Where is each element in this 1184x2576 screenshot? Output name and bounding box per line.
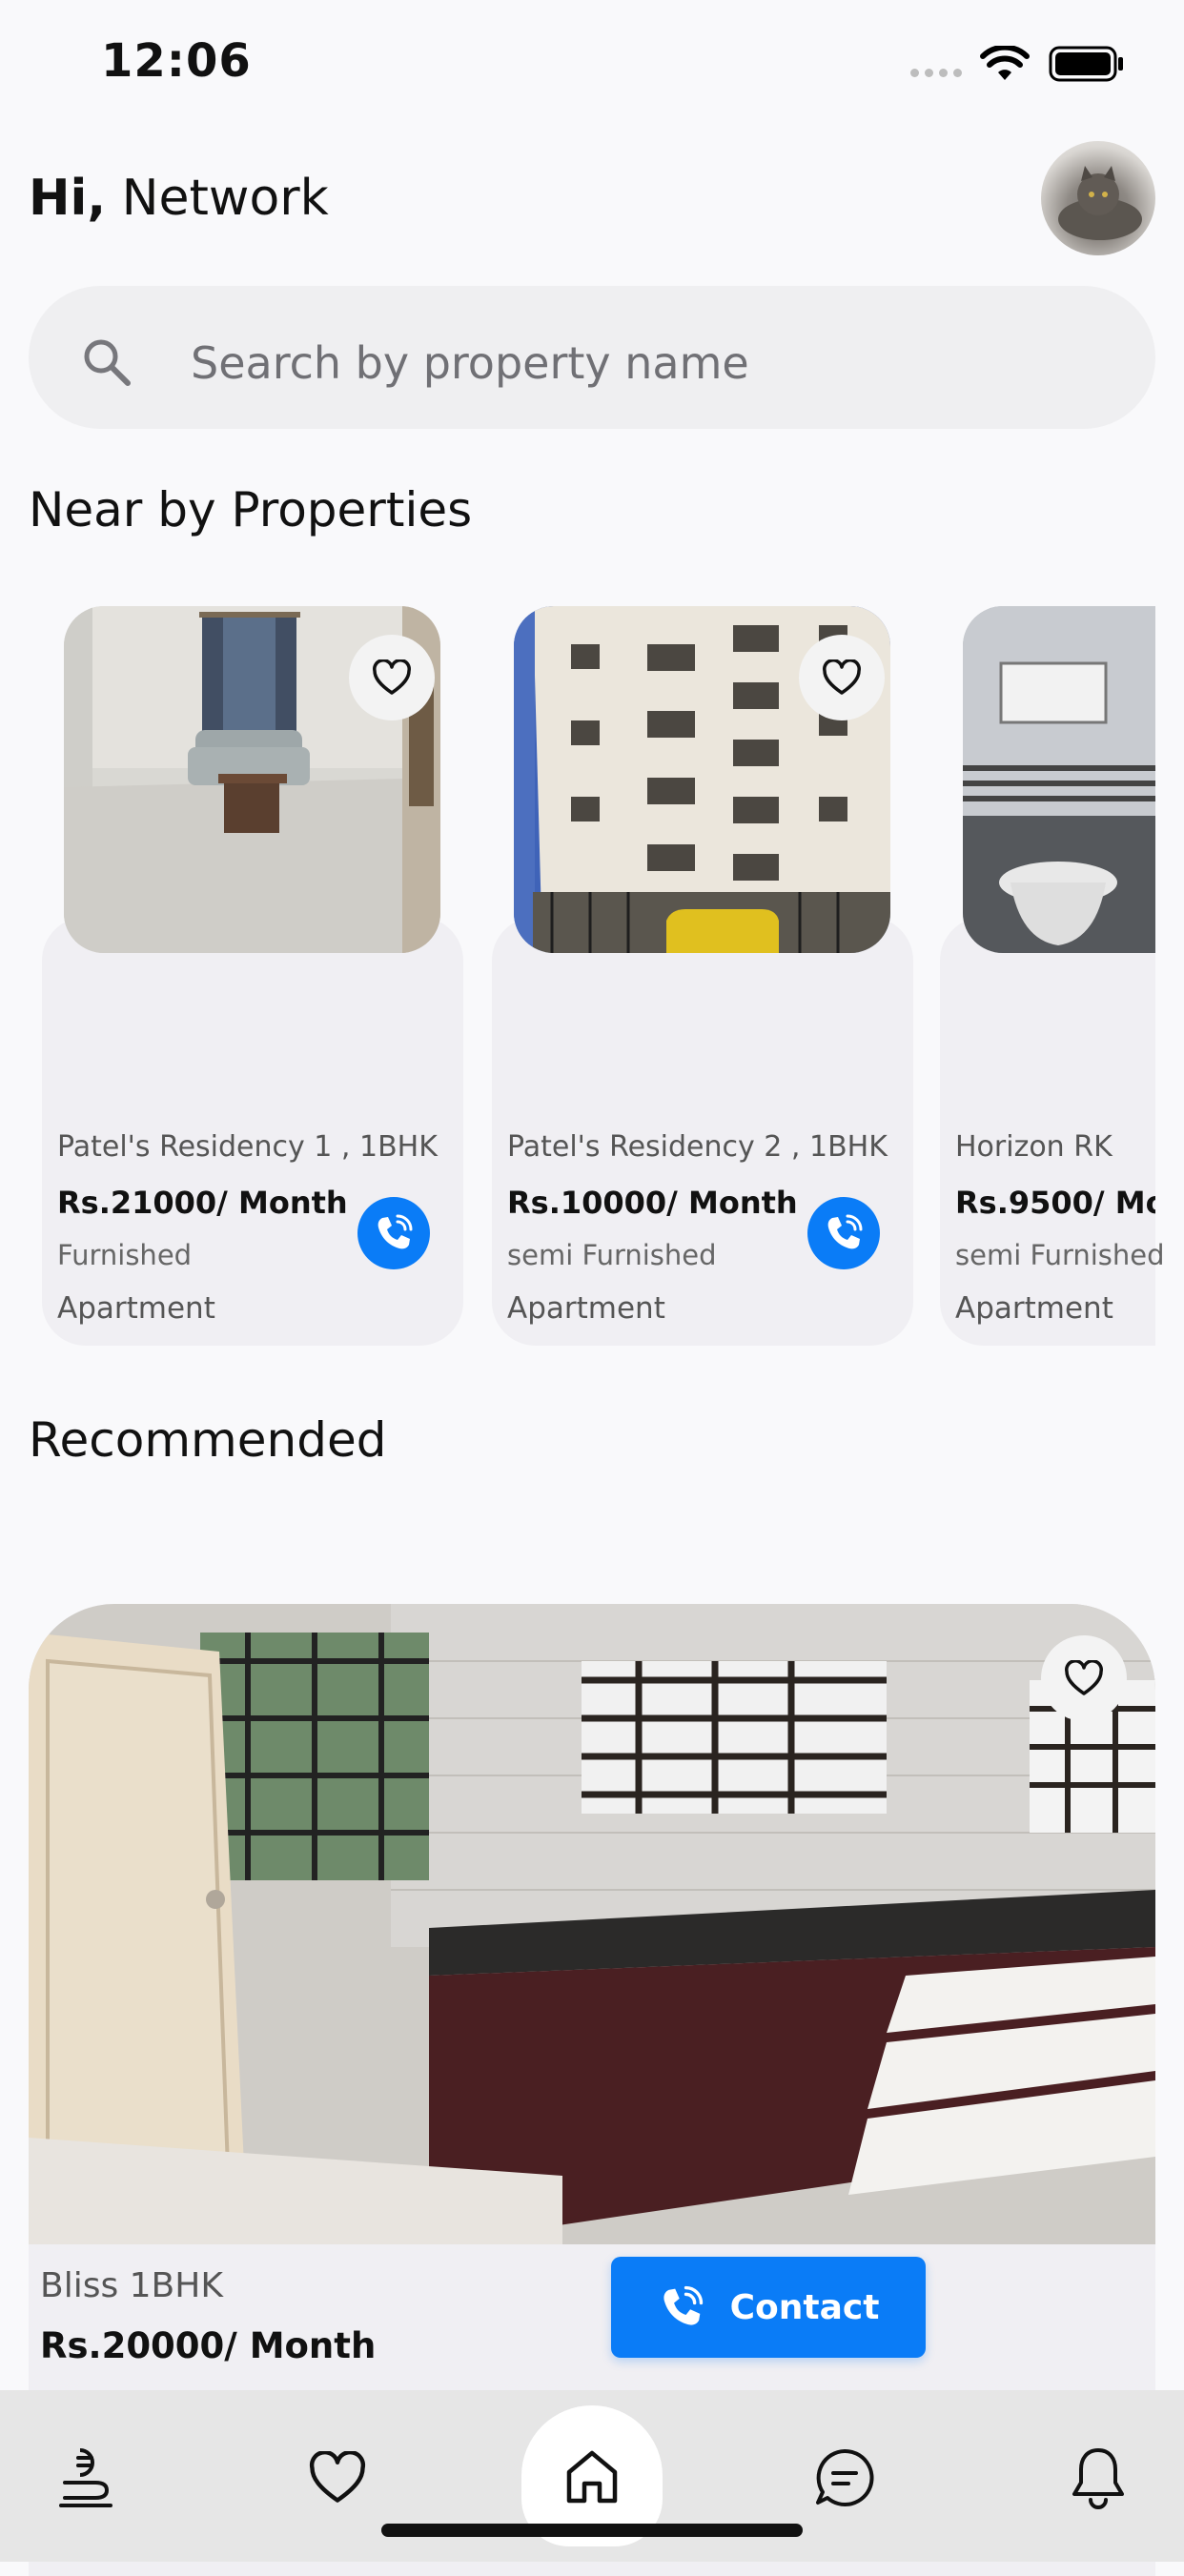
- nav-chat[interactable]: [806, 2440, 883, 2516]
- phone-icon: [663, 2285, 703, 2325]
- phone-icon: [827, 1214, 863, 1249]
- cellular-signal-icon: [910, 69, 962, 77]
- nav-menu[interactable]: [48, 2440, 124, 2516]
- home-icon: [566, 2450, 618, 2504]
- property-photo-bathroom[interactable]: [963, 606, 1155, 953]
- greeting-hi: Hi,: [29, 170, 107, 227]
- cat-photo: [1058, 166, 1142, 240]
- heart-icon: [1065, 1660, 1103, 1695]
- property-name: Horizon RK: [955, 1130, 1113, 1164]
- search-input[interactable]: [189, 329, 1051, 397]
- property-furnishing: semi Furnished: [507, 1239, 717, 1271]
- avatar[interactable]: [1041, 141, 1155, 255]
- recommended-property-price: Rs.20000/ Month: [40, 2325, 377, 2366]
- nav-notifications[interactable]: [1060, 2438, 1136, 2518]
- recommended-property-name: Bliss 1BHK: [40, 2266, 223, 2305]
- property-type: Apartment: [57, 1291, 215, 1326]
- property-type: Apartment: [955, 1291, 1113, 1326]
- contact-button[interactable]: Contact: [611, 2257, 926, 2358]
- recommended-section-title: Recommended: [29, 1412, 387, 1468]
- battery-icon: [1049, 46, 1123, 82]
- home-indicator: [381, 2524, 803, 2537]
- call-button[interactable]: [807, 1197, 880, 1269]
- search-icon: [84, 339, 131, 386]
- property-price: Rs.10000/ Month: [507, 1185, 798, 1221]
- property-price: Rs.21000/ Month: [57, 1185, 348, 1221]
- greeting: Hi, Network: [29, 170, 329, 227]
- chat-icon: [816, 2448, 874, 2506]
- property-name: Patel's Residency 2 , 1BHK: [507, 1130, 888, 1164]
- heart-icon: [823, 659, 861, 695]
- greeting-name: Network: [121, 170, 329, 227]
- nav-favorites[interactable]: [299, 2440, 376, 2516]
- call-button[interactable]: [357, 1197, 430, 1269]
- property-photo-kitchen[interactable]: [29, 1604, 1155, 2244]
- status-time: 12:06: [101, 34, 252, 88]
- phone-icon: [378, 1214, 413, 1249]
- favorite-button[interactable]: [799, 635, 885, 720]
- property-furnishing: semi Furnished: [955, 1239, 1165, 1271]
- favorite-button[interactable]: [1041, 1635, 1127, 1721]
- property-furnishing: Furnished: [57, 1239, 193, 1271]
- favorite-button[interactable]: [349, 635, 435, 720]
- contact-label: Contact: [729, 2287, 880, 2327]
- menu-icon: [59, 2448, 112, 2507]
- heart-icon: [373, 659, 411, 695]
- bell-icon: [1072, 2448, 1124, 2509]
- nearby-section-title: Near by Properties: [29, 482, 473, 538]
- property-price: Rs.9500/ Month: [955, 1185, 1155, 1221]
- property-name: Patel's Residency 1 , 1BHK: [57, 1130, 438, 1164]
- wifi-icon: [980, 46, 1030, 80]
- heart-icon: [309, 2451, 366, 2503]
- property-type: Apartment: [507, 1291, 665, 1326]
